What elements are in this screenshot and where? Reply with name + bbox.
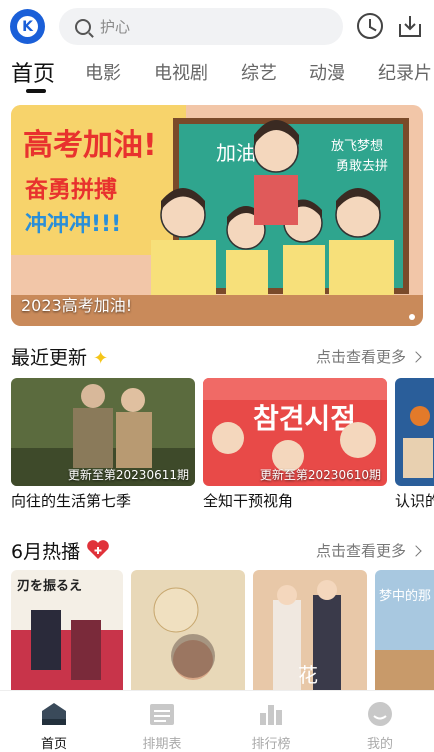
hot-poster-1[interactable]: 刃を振るえ [11,570,123,690]
svg-text:高考加油!: 高考加油! [23,128,157,163]
svg-text:梦中的那: 梦中的那 [379,588,431,604]
recent-thumbnail-3 [395,378,434,486]
hot-poster-art-1: 刃を振るえ [11,570,123,690]
heart-plus-icon [87,540,109,559]
hot-poster-art-2 [131,570,245,690]
recent-section-title: 最近更新 ✦ [11,343,108,370]
hot-poster-4[interactable]: 梦中的那 [375,570,434,690]
hot-more-link[interactable]: 点击查看更多 [315,540,422,561]
hero-banner[interactable]: 高考加油! 奋勇拼搏 冲冲冲!!! 加油! 放飞梦想 勇敢去拼 2023高考加油… [11,105,423,326]
nav-label-home: 首页 [40,737,67,752]
top-bar: K [0,0,434,55]
tab-variety[interactable]: 综艺 [241,59,277,85]
tab-anime[interactable]: 动漫 [309,59,345,85]
update-badge: 更新至第20230610期 [259,468,381,482]
chevron-right-icon [410,545,422,557]
tab-home[interactable]: 首页 [11,56,55,88]
svg-text:刃を振るえ: 刃を振るえ [17,578,82,594]
home-icon [42,703,66,725]
recent-card-3[interactable] [395,378,434,486]
hot-section-title: 6月热播 [11,537,110,564]
logo-k-icon: K [17,16,38,37]
recent-card-2[interactable]: 참견시점 更新至第20230610期 [203,378,387,486]
nav-schedule[interactable]: 排期表 [108,691,216,752]
schedule-icon [150,704,174,725]
tab-tv-series[interactable]: 电视剧 [154,59,208,85]
recent-title-3[interactable]: 认识的 [395,490,434,511]
tab-documentary[interactable]: 纪录片 [378,59,432,85]
nav-label-ranking: 排行榜 [251,737,291,752]
active-tab-indicator [26,89,46,93]
search-bar[interactable] [59,8,343,45]
nav-label-schedule: 排期表 [142,737,182,752]
nav-profile[interactable]: 我的 [326,691,434,752]
recent-title-2[interactable]: 全知干预视角 [203,490,293,511]
banner-page-indicator [409,314,415,320]
recent-more-link[interactable]: 点击查看更多 [315,346,422,367]
category-tabs: 首页 电影 电视剧 综艺 动漫 纪录片 [0,56,434,96]
update-badge: 更新至第20230611期 [67,468,189,482]
profile-icon [368,702,392,726]
search-input[interactable] [100,17,300,36]
svg-text:花: 花 [298,663,318,687]
bottom-navigation: 首页 排期表 排行榜 我的 [0,690,434,752]
ranking-icon [260,705,282,725]
recent-more-text: 点击查看更多 [315,348,406,366]
recent-card-1[interactable]: 更新至第20230611期 [11,378,195,486]
svg-text:奋勇拼搏: 奋勇拼搏 [24,176,117,203]
nav-label-profile: 我的 [366,737,393,752]
recent-title-text: 最近更新 [11,347,88,369]
svg-text:참견시점: 참견시점 [253,402,356,435]
history-clock-icon[interactable] [357,13,383,39]
hot-poster-art-4: 梦中的那 [375,570,434,690]
hot-poster-art-3: 花 [253,570,367,690]
hot-poster-2[interactable] [131,570,245,690]
sparkle-icon: ✦ [93,348,109,369]
chevron-right-icon [410,351,422,363]
search-icon [75,18,91,35]
svg-text:冲冲冲!!!: 冲冲冲!!! [25,212,121,237]
recent-title-1[interactable]: 向往的生活第七季 [11,490,131,511]
banner-caption: 2023高考加油! [21,296,133,315]
app-logo[interactable]: K [10,9,45,44]
hot-more-text: 点击查看更多 [315,542,406,560]
hot-title-text: 6月热播 [11,541,81,563]
nav-home[interactable]: 首页 [0,691,108,752]
hot-poster-3[interactable]: 花 [253,570,367,690]
nav-ranking[interactable]: 排行榜 [217,691,325,752]
svg-text:放飞梦想: 放飞梦想 [331,138,383,154]
svg-text:勇敢去拼: 勇敢去拼 [336,159,388,174]
tab-movies[interactable]: 电影 [85,59,121,85]
download-icon[interactable] [397,13,423,39]
